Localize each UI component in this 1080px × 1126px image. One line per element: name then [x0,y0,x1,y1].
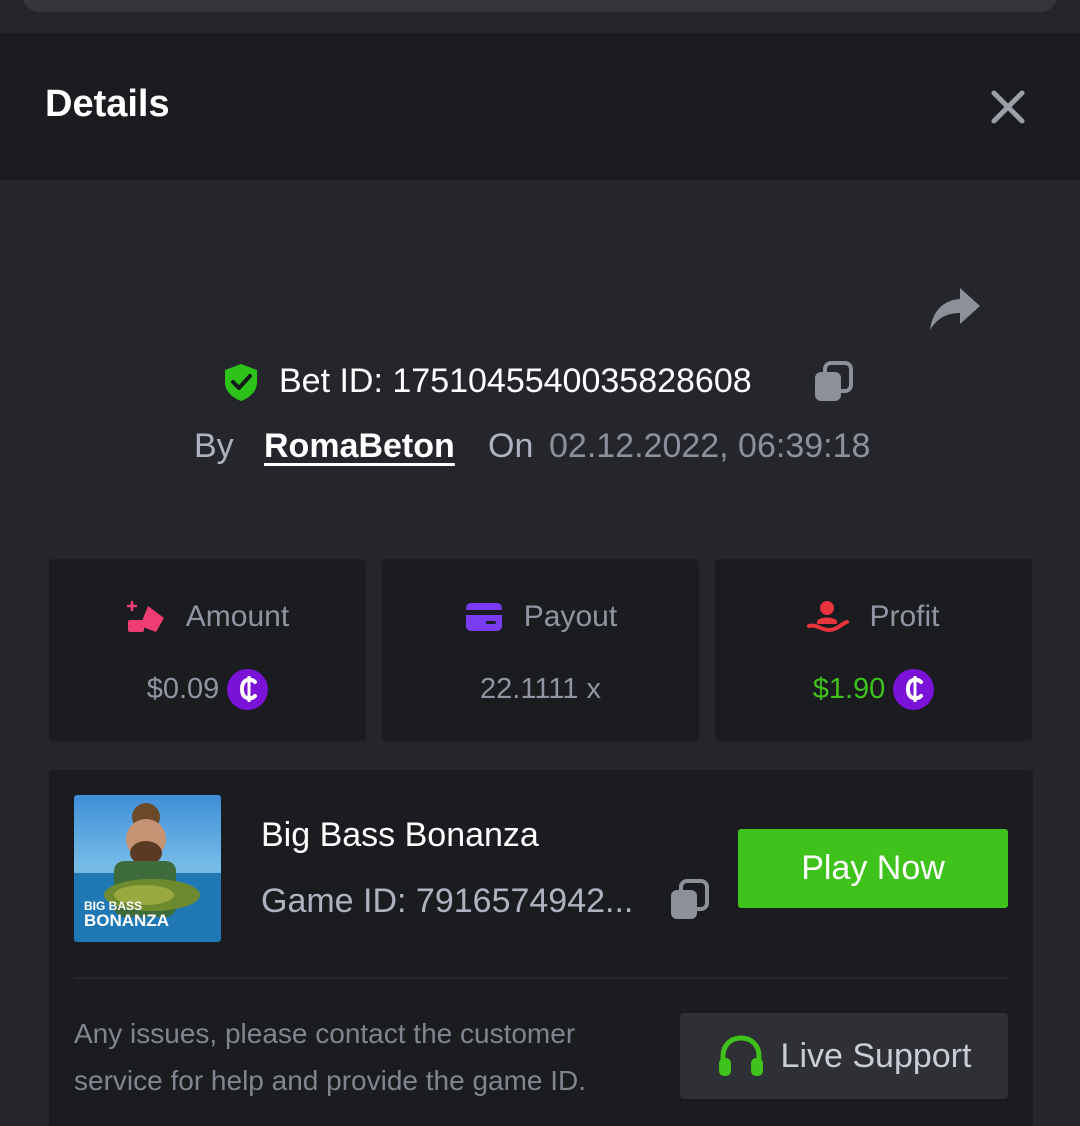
details-page: Details Bet ID: 1751045540035828608 By R… [0,0,1080,1126]
coin-icon [227,668,269,710]
game-name: Big Bass Bonanza [261,816,539,854]
game-card: BIG BASS BONANZA Big Bass Bonanza Game I… [49,770,1033,1126]
profit-label: Profit [869,600,940,633]
page-title: Details [45,83,170,125]
game-id: Game ID: 7916574942... [261,882,634,920]
play-now-button[interactable]: Play Now [738,829,1008,908]
divider [74,977,1008,979]
username-link[interactable]: RomaBeton [264,427,455,466]
copy-icon[interactable] [668,878,710,922]
payout-value: 22.1111 x [480,672,601,705]
svg-text:BONANZA: BONANZA [84,911,169,930]
bet-author-row: By RomaBeton On 02.12.2022, 06:39:18 [0,420,1080,470]
game-thumbnail[interactable]: BIG BASS BONANZA [74,795,221,942]
card-icon [465,603,502,631]
details-header: Details [0,33,1080,180]
profit-icon [807,601,850,633]
top-strip [0,0,1080,33]
profit-value: $1.90 [812,672,886,705]
amount-label: Amount [185,600,290,633]
amount-card: Amount $0.09 [49,559,366,741]
payout-label: Payout [523,600,618,633]
profit-card: Profit $1.90 [715,559,1032,741]
share-icon[interactable] [926,284,982,334]
help-text: Any issues, please contact the customer … [74,1018,587,1096]
close-icon[interactable] [984,83,1032,131]
live-support-button[interactable]: Live Support [680,1013,1008,1099]
on-label: On [488,427,534,465]
bet-id: Bet ID: 1751045540035828608 [279,362,752,400]
previous-panel-edge [22,0,1058,12]
copy-icon[interactable] [812,360,854,404]
amount-value: $0.09 [146,672,220,705]
payout-card: Payout 22.1111 x [382,559,699,741]
headset-icon [718,1035,763,1076]
bet-id-row: Bet ID: 1751045540035828608 [0,356,1080,408]
live-support-label: Live Support [780,1036,972,1075]
amount-icon [126,600,164,632]
by-label: By [194,427,234,465]
coin-icon [893,668,935,710]
verified-shield-icon [225,364,257,401]
bet-datetime: 02.12.2022, 06:39:18 [549,427,871,465]
